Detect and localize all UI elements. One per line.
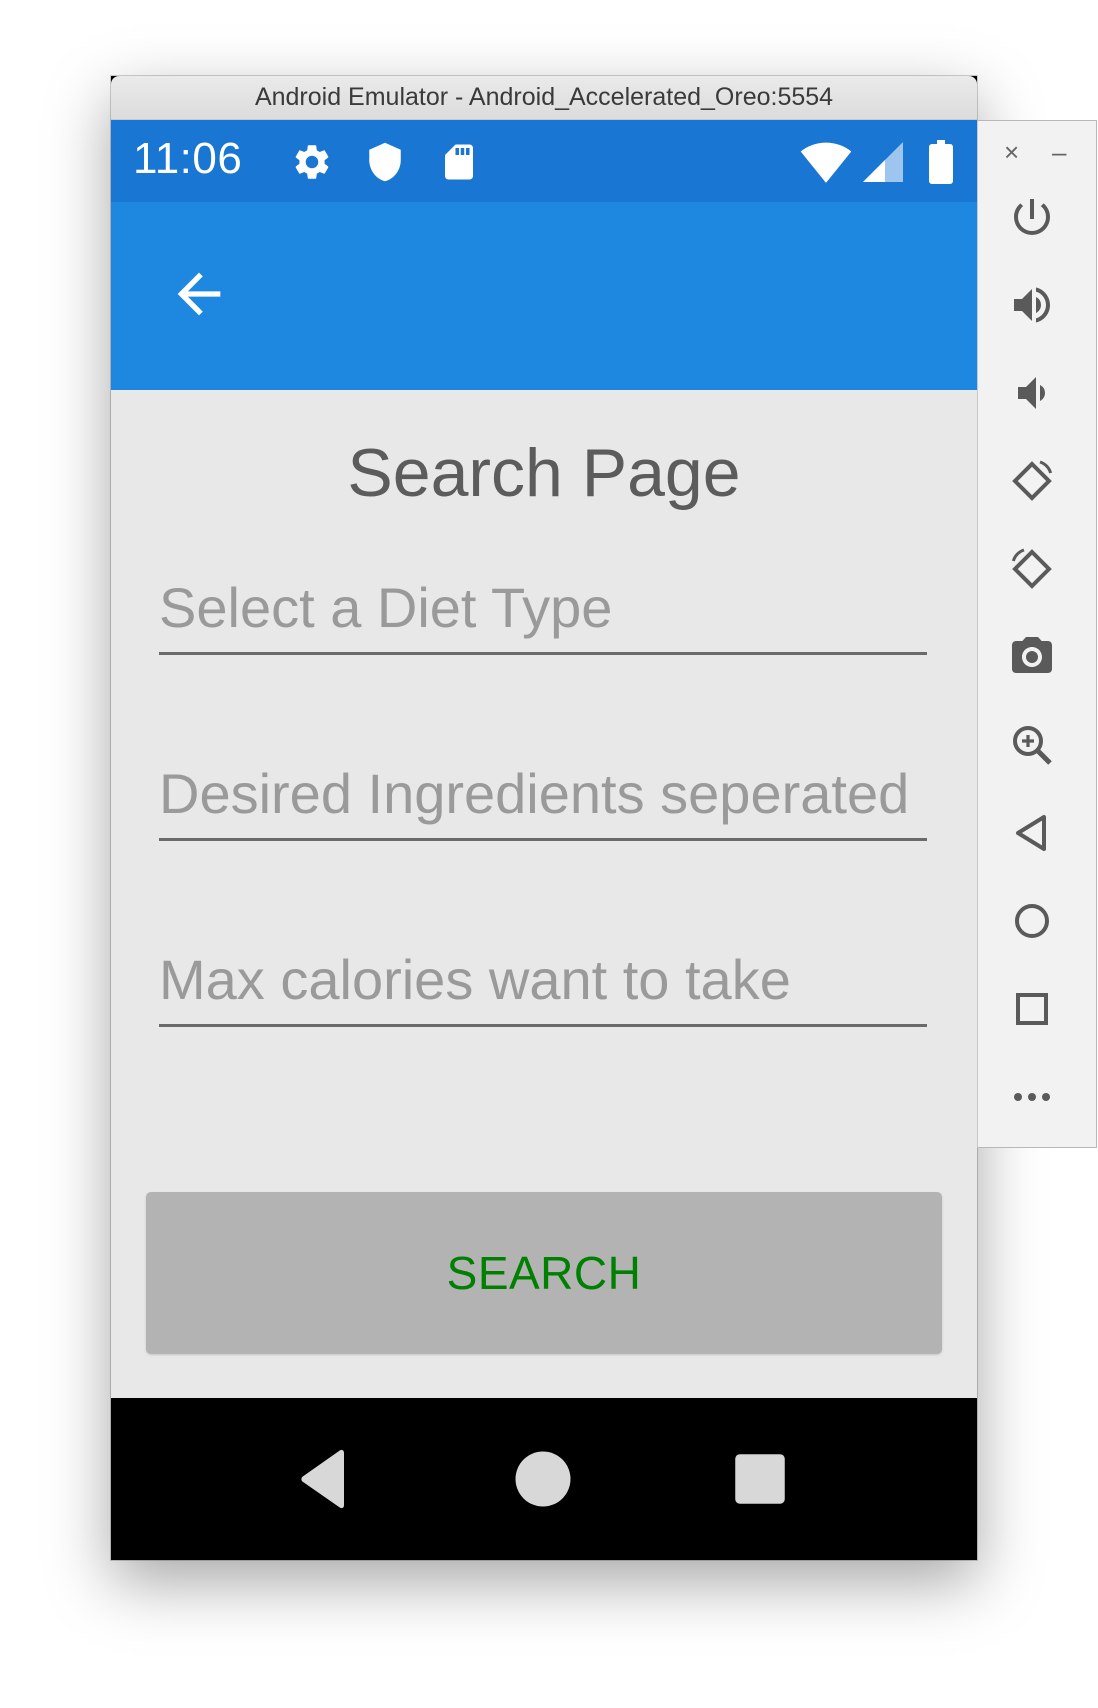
ingredients-input[interactable]	[159, 748, 927, 838]
window-title: Android Emulator - Android_Accelerated_O…	[111, 76, 977, 120]
more-icon[interactable]	[1008, 1073, 1056, 1121]
wifi-icon	[800, 142, 852, 183]
emulator-window: Android Emulator - Android_Accelerated_O…	[111, 76, 977, 1560]
status-time: 11:06	[133, 134, 243, 183]
rotate-left-icon[interactable]	[1008, 457, 1056, 505]
battery-icon	[929, 140, 953, 184]
volume-up-icon[interactable]	[1008, 281, 1056, 329]
android-nav-bar	[111, 1398, 977, 1560]
back-triangle-icon[interactable]	[296, 1449, 352, 1509]
home-circle-icon[interactable]	[513, 1449, 573, 1509]
search-button[interactable]: SEARCH	[146, 1192, 942, 1354]
toolbar-minimize-button[interactable]: –	[1052, 139, 1066, 165]
gear-icon	[295, 145, 329, 179]
page-title: Search Page	[347, 435, 741, 511]
overview-icon[interactable]	[1008, 985, 1056, 1033]
diet-type-input[interactable]	[159, 562, 927, 652]
volume-down-icon[interactable]	[1008, 369, 1056, 417]
power-icon[interactable]	[1008, 193, 1056, 241]
app-bar	[111, 202, 977, 390]
zoom-icon[interactable]	[1008, 721, 1056, 769]
toolbar-close-button[interactable]: ×	[1004, 139, 1019, 165]
arrow-left-icon[interactable]	[167, 262, 231, 326]
status-bar: 11:06	[111, 120, 977, 202]
sd-card-icon	[445, 144, 473, 180]
recents-square-icon[interactable]	[733, 1452, 787, 1506]
calories-field[interactable]	[159, 934, 927, 1027]
rotate-right-icon[interactable]	[1008, 545, 1056, 593]
ingredients-field[interactable]	[159, 748, 927, 841]
shield-icon	[369, 142, 401, 182]
diet-type-field[interactable]	[159, 562, 927, 655]
home-icon[interactable]	[1008, 897, 1056, 945]
search-page: Search Page SEARCH	[111, 390, 977, 1398]
signal-icon	[863, 142, 903, 182]
back-icon[interactable]	[1008, 809, 1056, 857]
camera-icon[interactable]	[1008, 633, 1056, 681]
max-calories-input[interactable]	[159, 934, 927, 1024]
emulator-toolbar: × –	[977, 120, 1097, 1148]
